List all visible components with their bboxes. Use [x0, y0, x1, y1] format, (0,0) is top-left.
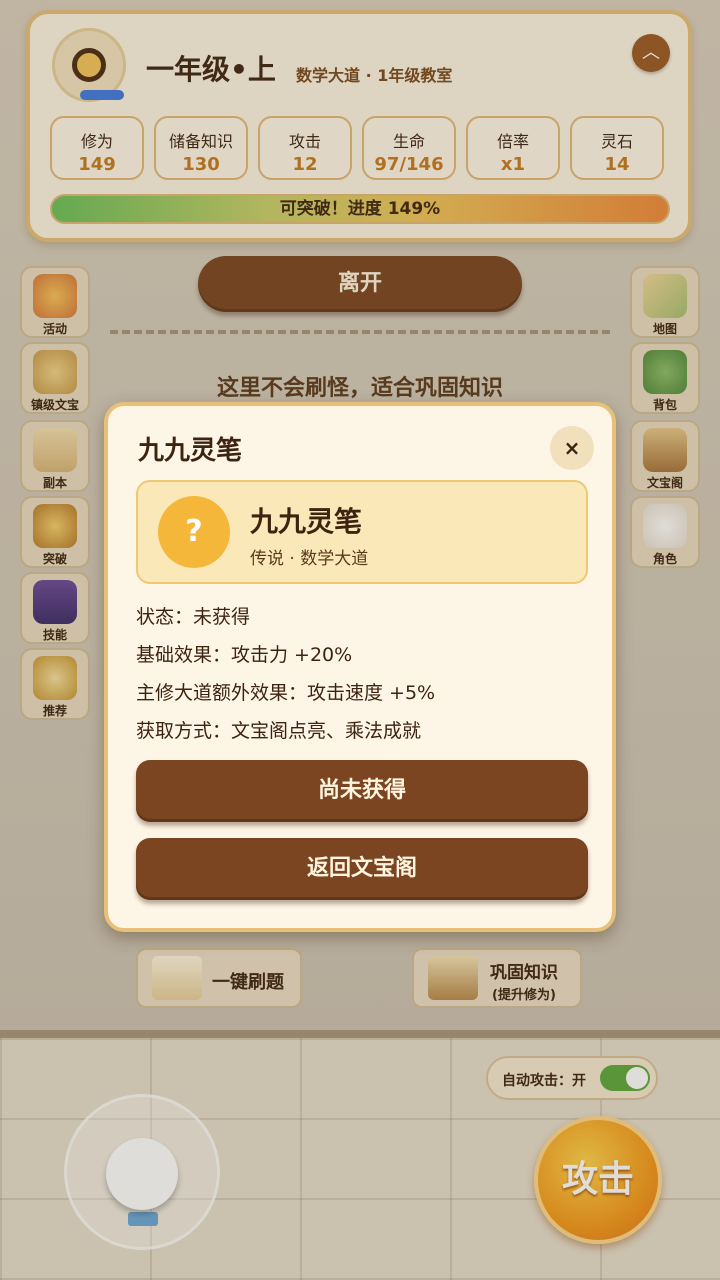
close-icon: ×	[563, 436, 581, 460]
close-button[interactable]: ×	[550, 426, 594, 470]
return-pavilion-button[interactable]: 返回文宝阁	[136, 838, 588, 900]
item-bonus-effect: 主修大道额外效果：攻击速度 +5%	[136, 682, 436, 704]
unknown-item-icon: ?	[158, 496, 230, 568]
item-base-effect: 基础效果：攻击力 +20%	[136, 644, 353, 666]
item-card: ? 九九灵笔 传说 · 数学大道	[136, 480, 588, 584]
modal-title: 九九灵笔	[138, 436, 243, 466]
not-obtained-button[interactable]: 尚未获得	[136, 760, 588, 822]
item-name: 九九灵笔	[250, 505, 363, 538]
item-rarity: 传说 · 数学大道	[250, 549, 369, 569]
item-acquire-method: 获取方式：文宝阁点亮、乘法成就	[136, 720, 422, 742]
item-status: 状态：未获得	[136, 606, 251, 628]
item-detail-modal: 九九灵笔 × ? 九九灵笔 传说 · 数学大道 状态：未获得 基础效果：攻击力 …	[104, 402, 616, 932]
